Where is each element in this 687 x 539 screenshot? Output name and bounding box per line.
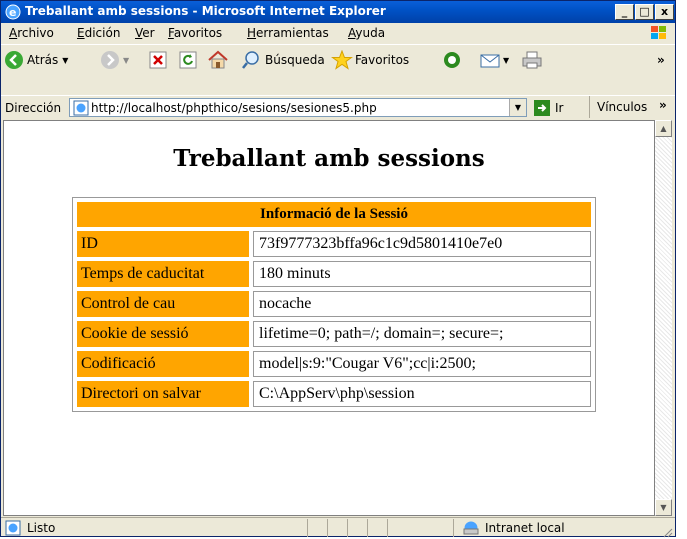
go-label: Ir: [555, 101, 564, 115]
vertical-scrollbar[interactable]: ▲ ▼: [655, 120, 672, 516]
page-icon: [73, 100, 89, 116]
maximize-button[interactable]: □: [635, 4, 654, 20]
address-dropdown-icon[interactable]: ▼: [509, 99, 526, 116]
minimize-button[interactable]: _: [615, 4, 634, 20]
page-content: Treballant amb sessions Informació de la…: [3, 120, 655, 516]
row-value: 180 minuts: [253, 261, 591, 287]
scroll-up-arrow-icon[interactable]: ▲: [655, 120, 672, 137]
status-panel: [307, 519, 326, 537]
print-button[interactable]: [521, 49, 543, 71]
address-label: Dirección: [5, 101, 62, 115]
status-panel: [453, 519, 454, 537]
stop-button[interactable]: [149, 49, 167, 71]
home-icon: [208, 50, 228, 69]
row-value: C:\AppServ\php\session: [253, 381, 591, 407]
menu-archivo[interactable]: Archivo: [9, 26, 54, 40]
row-value: 73f9777323bffa96c1c9d5801410e7e0: [253, 231, 591, 257]
table-header: Informació de la Sessió: [77, 202, 591, 227]
refresh-button[interactable]: [179, 49, 197, 71]
menu-ver[interactable]: Ver: [135, 26, 155, 40]
address-bar: Dirección http://localhost/phpthico/sesi…: [1, 95, 675, 120]
row-key: Temps de caducitat: [77, 261, 249, 287]
refresh-icon: [179, 51, 197, 69]
favorites-star-icon: [331, 50, 353, 70]
row-value: lifetime=0; path=/; domain=; secure=;: [253, 321, 591, 347]
search-icon: [242, 51, 259, 69]
svg-text:e: e: [9, 6, 16, 19]
status-bar: Listo Intranet local: [1, 517, 675, 539]
table-row: Control de cau nocache: [77, 291, 591, 317]
back-arrow-icon: [5, 51, 23, 69]
standard-toolbar: Atrás ▼ ▼ Búsqueda Favoritos ▼ »: [1, 44, 675, 75]
zone-label: Intranet local: [485, 521, 565, 535]
status-panel: [387, 519, 406, 537]
status-panel: [327, 519, 346, 537]
row-key: Codificació: [77, 351, 249, 377]
favorites-label: Favoritos: [355, 53, 410, 67]
menu-ayuda[interactable]: Ayuda: [348, 26, 385, 40]
links-label[interactable]: Vínculos: [597, 100, 647, 114]
stop-icon: [149, 51, 167, 69]
search-button[interactable]: Búsqueda: [241, 49, 325, 71]
media-icon: [444, 52, 460, 68]
forward-button[interactable]: ▼: [101, 49, 129, 71]
scroll-down-arrow-icon[interactable]: ▼: [655, 499, 672, 516]
print-icon: [522, 51, 542, 69]
table-row: Temps de caducitat 180 minuts: [77, 261, 591, 287]
mail-dropdown-icon[interactable]: ▼: [503, 56, 509, 65]
back-button[interactable]: Atrás ▼: [5, 49, 68, 71]
menu-bar: Archivo Edición Ver Favoritos Herramient…: [1, 23, 675, 43]
close-button[interactable]: x: [655, 4, 674, 20]
table-row: Directori on salvar C:\AppServ\php\sessio…: [77, 381, 591, 407]
title-bar: e Treballant amb sessions - Microsoft In…: [1, 1, 675, 23]
page-done-icon: [5, 520, 21, 536]
menu-herramientas[interactable]: Herramientas: [247, 26, 329, 40]
table-row: ID 73f9777323bffa96c1c9d5801410e7e0: [77, 231, 591, 257]
row-key: Cookie de sessió: [77, 321, 249, 347]
favorites-button[interactable]: Favoritos: [331, 49, 409, 71]
page-heading: Treballant amb sessions: [173, 145, 485, 172]
home-button[interactable]: [207, 49, 229, 71]
back-dropdown-icon[interactable]: ▼: [62, 56, 68, 65]
ie-icon: e: [5, 4, 21, 20]
back-label: Atrás: [27, 53, 59, 67]
address-url: http://localhost/phpthico/sesions/sesion…: [91, 101, 377, 115]
mail-button[interactable]: ▼: [479, 49, 509, 71]
status-text: Listo: [27, 521, 56, 535]
row-value: model|s:9:"Cougar V6";cc|i:2500;: [253, 351, 591, 377]
row-key: Control de cau: [77, 291, 249, 317]
media-button[interactable]: [441, 49, 463, 71]
intranet-zone-icon: [463, 521, 479, 535]
window-title: Treballant amb sessions - Microsoft Inte…: [25, 4, 386, 18]
toolbar-overflow-chevron[interactable]: »: [657, 49, 665, 71]
forward-dropdown-icon[interactable]: ▼: [123, 56, 129, 65]
address-separator: [589, 96, 590, 118]
menu-edicion[interactable]: Edición: [77, 26, 120, 40]
mail-icon: [480, 54, 500, 68]
table-row: Codificació model|s:9:"Cougar V6";cc|i:25…: [77, 351, 591, 377]
go-arrow-icon: [534, 100, 550, 116]
search-label: Búsqueda: [265, 53, 325, 67]
links-overflow-chevron[interactable]: »: [659, 98, 667, 112]
row-key: ID: [77, 231, 249, 257]
row-value: nocache: [253, 291, 591, 317]
row-key: Directori on salvar: [77, 381, 249, 407]
windows-logo-icon: [651, 26, 666, 39]
session-info-table: Informació de la Sessió ID 73f9777323bffa…: [72, 197, 596, 412]
browser-window: e Treballant amb sessions - Microsoft In…: [0, 0, 676, 539]
forward-arrow-icon: [101, 51, 119, 69]
table-row: Cookie de sessió lifetime=0; path=/; doma…: [77, 321, 591, 347]
menu-favoritos[interactable]: Favoritos: [168, 26, 222, 40]
resize-grip-icon[interactable]: [661, 526, 673, 538]
status-panel: [347, 519, 366, 537]
go-button[interactable]: Ir: [533, 97, 563, 119]
address-input[interactable]: http://localhost/phpthico/sesions/sesion…: [69, 98, 527, 117]
status-panel: [367, 519, 386, 537]
